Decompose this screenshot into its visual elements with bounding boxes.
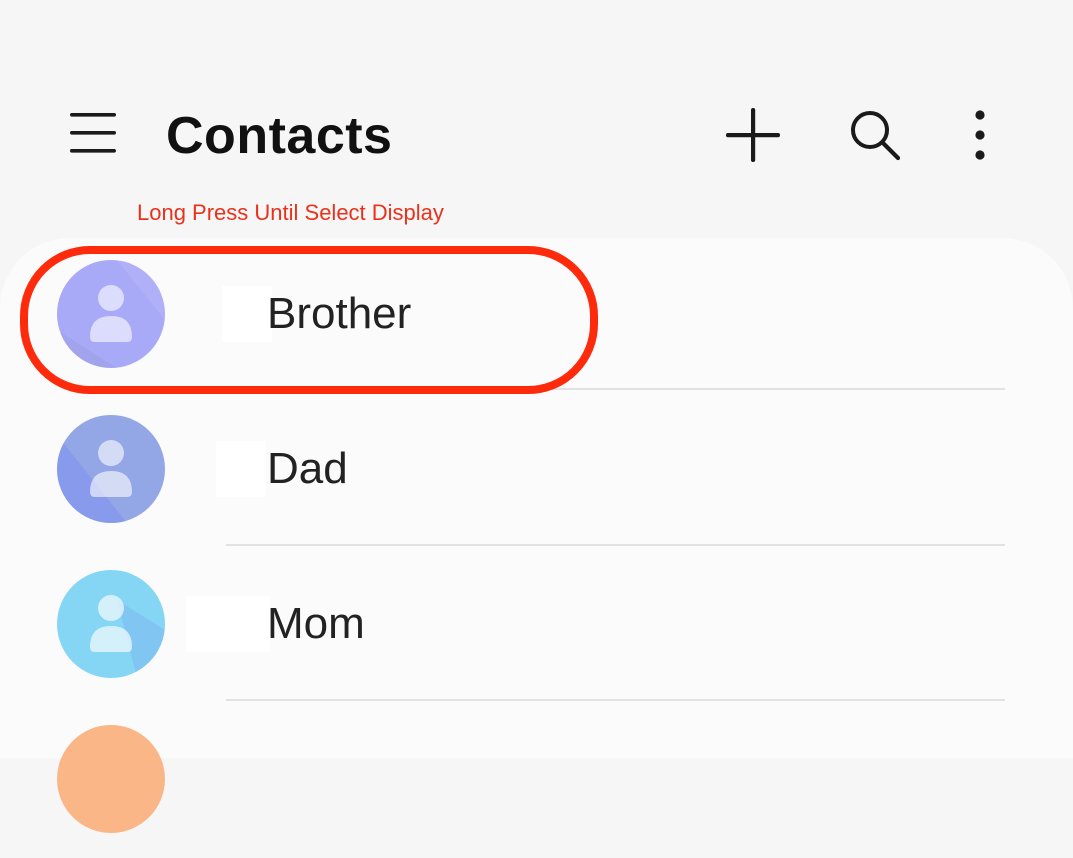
- highlight-annotation-ring: [20, 246, 598, 394]
- add-contact-button[interactable]: [718, 100, 788, 170]
- contact-row-dad[interactable]: Dad: [0, 393, 1073, 548]
- redaction-block: [216, 441, 266, 497]
- search-button[interactable]: [840, 100, 910, 170]
- contact-avatar: [57, 725, 165, 833]
- hamburger-menu-icon: [70, 113, 116, 153]
- annotation-instruction: Long Press Until Select Display: [137, 200, 444, 225]
- search-icon: [851, 111, 901, 161]
- list-divider: [226, 699, 1005, 701]
- contact-row-mom[interactable]: Mom: [0, 548, 1073, 703]
- more-vertical-icon: [975, 110, 985, 160]
- contact-avatar: [57, 570, 165, 678]
- contact-row-partial[interactable]: [0, 703, 1073, 858]
- list-divider: [226, 544, 1005, 546]
- contact-name: Mom: [267, 599, 365, 648]
- contact-name: Dad: [267, 444, 348, 493]
- redaction-block: [186, 596, 270, 652]
- contact-avatar: [57, 415, 165, 523]
- more-options-button[interactable]: [950, 100, 1010, 170]
- page-title: Contacts: [166, 107, 393, 165]
- app-bar: Contacts Long Press Until Select Display: [0, 0, 1073, 240]
- plus-icon: [726, 108, 780, 162]
- menu-button[interactable]: [60, 100, 126, 166]
